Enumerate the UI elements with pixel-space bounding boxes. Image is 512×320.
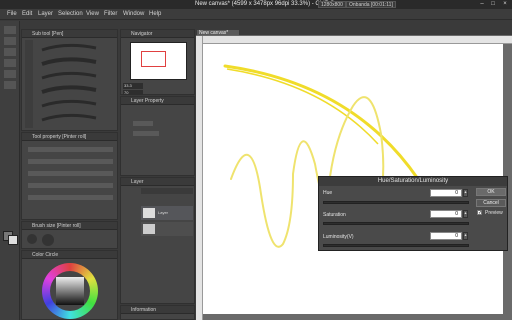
brush-size-header: Brush size [Pinter roll] [22,222,117,230]
navigator-preview[interactable] [130,42,187,80]
tool-icon[interactable] [4,37,16,45]
hue-spinner[interactable]: ▴ [463,189,468,197]
property-row[interactable] [133,131,159,136]
maximize-icon[interactable]: □ [488,1,498,8]
window-title: New canvas* (4599 x 3478px 96dpi 33.3%) … [195,1,335,7]
hue-input[interactable]: 0 [430,189,462,197]
hue-saturation-dialog: Hue/Saturation/Luminosity Hue 0 ▴ Satura… [318,176,508,251]
menu-edit[interactable]: Edit [22,11,32,17]
saturation-spinner[interactable]: ▴ [463,210,468,218]
preview-label: Preview [485,210,503,216]
menu-window[interactable]: Window [123,11,144,17]
tool-icon[interactable] [4,81,16,89]
layer-toolbar [141,188,193,194]
layer-row[interactable]: Layer [141,206,193,220]
menu-bar: File Edit Layer Selection View Filter Wi… [0,9,512,20]
brush-size-panel: Brush size [Pinter roll] [21,221,118,249]
color-circle-panel: Color Circle [21,250,118,320]
property-row[interactable] [28,159,113,164]
layer-row[interactable] [141,222,193,236]
navigator-viewport[interactable] [141,51,166,67]
layer-property-header: Layer Property [121,97,194,105]
saturation-slider[interactable] [323,222,469,225]
sub-color-swatch[interactable] [8,235,18,245]
minimize-icon[interactable]: – [477,1,487,8]
sub-tool-panel: Sub tool [Pen] [21,29,118,131]
menu-selection[interactable]: Selection [58,11,83,17]
menu-filter[interactable]: Filter [104,11,117,17]
tool-property-header: Tool property [Pinter roll] [22,133,117,141]
cancel-button[interactable]: Cancel [476,199,506,207]
sub-tool-header: Sub tool [Pen] [22,30,117,38]
dialog-title: Hue/Saturation/Luminosity [319,177,507,186]
menu-help[interactable]: Help [149,11,161,17]
tool-icon[interactable] [4,48,16,56]
zoom-value[interactable]: 33.3 [123,83,143,89]
brush-size-dot[interactable] [27,234,37,244]
property-row[interactable] [133,121,153,126]
brush-size-dot[interactable] [42,234,54,246]
ok-button[interactable]: OK [476,188,506,196]
hue-label: Hue [323,190,333,196]
saturation-value-square[interactable] [56,277,84,305]
menu-view[interactable]: View [86,11,99,17]
luminosity-spinner[interactable]: ▴ [463,232,468,240]
luminosity-label: Luminosity(V) [323,234,354,240]
information-panel: Information [120,305,195,320]
tool-icon[interactable] [4,59,16,67]
ruler-top [202,36,512,44]
hue-slider[interactable] [323,201,469,204]
saturation-label: Saturation [323,212,346,218]
property-row[interactable] [28,195,113,200]
layer-thumbnail [143,208,155,218]
luminosity-input[interactable]: 0 [430,232,462,240]
menu-layer[interactable]: Layer [38,11,53,17]
color-circle-header: Color Circle [22,251,117,259]
layer-header: Layer [121,178,194,186]
sub-tool-group-strip [25,40,33,128]
layer-thumbnail [143,224,155,234]
preview-checkbox[interactable]: ✓ [477,210,482,216]
layer-panel: Layer Layer [120,177,195,304]
tool-icon[interactable] [4,70,16,78]
property-row[interactable] [28,183,113,188]
property-row[interactable] [28,147,113,152]
navigator-header: Navigator [121,30,194,38]
saturation-input[interactable]: 0 [430,210,462,218]
close-icon[interactable]: × [500,1,510,8]
property-row[interactable] [28,171,113,176]
zoom-readout: 1280x800 [318,1,346,8]
layer-name: Layer [158,210,169,215]
menu-file[interactable]: File [7,11,17,17]
tool-icon[interactable] [4,26,16,34]
ruler-left [196,36,203,320]
brush-preview-list[interactable] [36,40,116,130]
rotation-value[interactable]: 70 [123,90,143,95]
navigator-panel: Navigator 33.3 70 [120,29,195,95]
layer-property-panel: Layer Property [120,96,195,176]
tool-readout: Onbanda [00:01:11] [346,1,396,8]
luminosity-slider[interactable] [323,244,469,247]
title-bar: New canvas* (4599 x 3478px 96dpi 33.3%) … [0,0,512,9]
tool-property-panel: Tool property [Pinter roll] [21,132,118,220]
information-header: Information [121,306,194,314]
tool-strip [0,21,20,320]
